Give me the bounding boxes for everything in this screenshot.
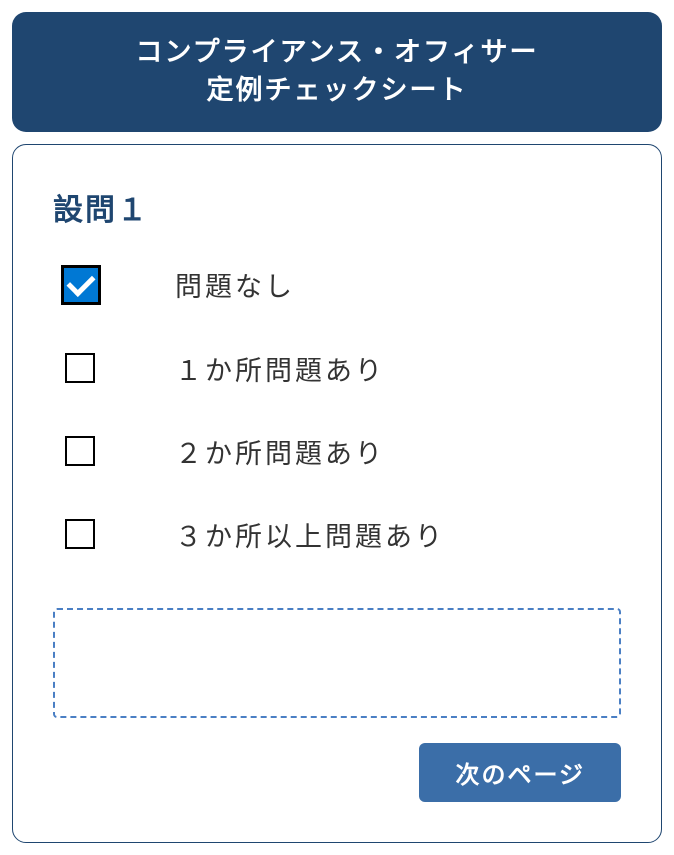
- page-header: コンプライアンス・オフィサー 定例チェックシート: [12, 12, 662, 132]
- next-page-button[interactable]: 次のページ: [419, 743, 621, 802]
- header-title-line1: コンプライアンス・オフィサー: [135, 37, 538, 67]
- checkbox-option-0[interactable]: [61, 265, 101, 305]
- comment-input[interactable]: [53, 608, 621, 718]
- checkbox-option-3[interactable]: [65, 519, 95, 549]
- checkbox-option-1[interactable]: [65, 353, 95, 383]
- question-title: 設問１: [53, 185, 621, 229]
- checkbox-option-2[interactable]: [65, 436, 95, 466]
- option-row-1: １か所問題あり: [53, 349, 621, 388]
- option-row-3: ３か所以上問題あり: [53, 515, 621, 554]
- option-label-0: 問題なし: [175, 265, 295, 304]
- button-row: 次のページ: [53, 743, 621, 802]
- option-row-2: ２か所問題あり: [53, 432, 621, 471]
- option-label-3: ３か所以上問題あり: [175, 515, 445, 554]
- question-panel: 設問１ 問題なし １か所問題あり ２か所問題あり ３か所以上問題あり 次のページ: [12, 144, 662, 843]
- header-title-line2: 定例チェックシート: [207, 75, 468, 105]
- option-row-0: 問題なし: [53, 265, 621, 305]
- option-label-2: ２か所問題あり: [175, 432, 385, 471]
- option-label-1: １か所問題あり: [175, 349, 385, 388]
